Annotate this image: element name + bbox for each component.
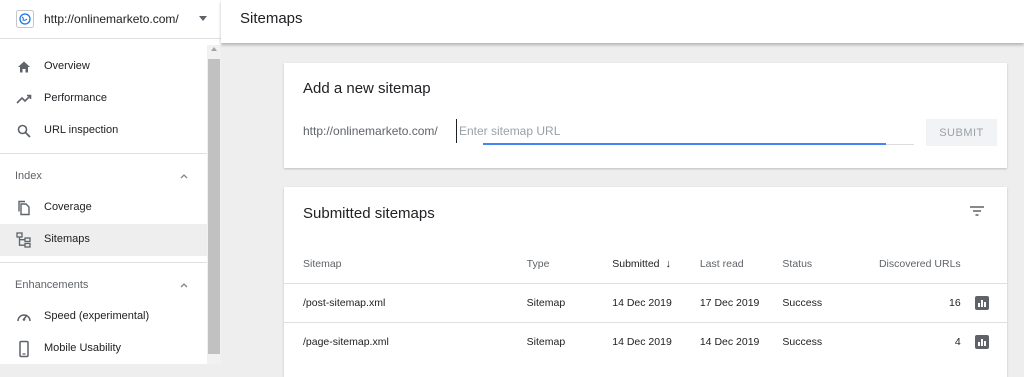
cell-discovered-urls: 16: [862, 283, 969, 323]
chevron-up-icon: [180, 174, 188, 179]
sidebar-item-performance[interactable]: Performance: [0, 83, 207, 115]
column-header-sitemap[interactable]: Sitemap: [284, 245, 527, 284]
column-header-actions: [969, 245, 1007, 284]
scrollbar-thumb[interactable]: [208, 59, 220, 354]
column-header-label: Submitted: [612, 258, 660, 270]
sitemap-url-prefix: http://onlinemarketo.com/: [303, 124, 438, 138]
sidebar-item-url-inspection[interactable]: URL inspection: [0, 115, 207, 147]
cell-status: Success: [782, 322, 863, 361]
input-underline: [483, 143, 886, 145]
chevron-down-icon[interactable]: [199, 16, 207, 21]
cell-type: Sitemap: [526, 283, 613, 323]
arrow-down-icon: ↓: [665, 258, 672, 270]
sidebar-item-sitemaps[interactable]: Sitemaps: [0, 224, 207, 256]
scroll-up-arrow-icon[interactable]: [211, 47, 217, 51]
copy-pages-icon: [18, 200, 30, 216]
page-title: Sitemaps: [240, 10, 303, 27]
sidebar-item-mobile-usability[interactable]: Mobile Usability: [0, 333, 207, 364]
table-row[interactable]: /post-sitemap.xml Sitemap 14 Dec 2019 17…: [284, 283, 1007, 323]
column-header-last-read[interactable]: Last read: [700, 245, 783, 284]
sidebar-item-label: Mobile Usability: [44, 342, 122, 354]
sidebar-item-label: Sitemaps: [44, 233, 90, 245]
cell-status: Success: [782, 283, 863, 323]
section-label: Index: [15, 170, 42, 182]
cell-submitted: 14 Dec 2019: [612, 322, 700, 361]
sitemaps-table: Sitemap Type Submitted ↓ Last read Status…: [284, 245, 1007, 361]
cell-sitemap: /post-sitemap.xml: [284, 283, 527, 323]
cell-sitemap: /page-sitemap.xml: [284, 322, 527, 361]
cell-type: Sitemap: [526, 322, 613, 361]
sidebar-item-coverage[interactable]: Coverage: [0, 192, 207, 224]
speedometer-icon: [17, 314, 31, 322]
table-row[interactable]: /page-sitemap.xml Sitemap 14 Dec 2019 14…: [284, 322, 1007, 361]
sidebar-item-label: Overview: [44, 60, 90, 72]
trending-up-icon: [16, 94, 32, 104]
submitted-sitemaps-title: Submitted sitemaps: [303, 205, 435, 222]
column-header-submitted[interactable]: Submitted ↓: [612, 245, 700, 284]
table-header-row: Sitemap Type Submitted ↓ Last read Status…: [284, 245, 1007, 284]
input-underline-rest: [886, 144, 914, 145]
bar-chart-icon[interactable]: [974, 335, 989, 349]
sidebar-item-overview[interactable]: Overview: [0, 51, 207, 83]
section-header-enhancements[interactable]: Enhancements: [0, 267, 207, 303]
bar-chart-icon[interactable]: [974, 296, 989, 310]
nav-divider: [0, 153, 207, 154]
cell-actions: [968, 322, 1007, 361]
chevron-up-icon: [180, 283, 188, 288]
sitemap-tree-icon: [16, 232, 31, 248]
cell-discovered-urls: 4: [862, 322, 969, 361]
cell-last-read: 17 Dec 2019: [699, 283, 783, 323]
sidebar-item-label: Performance: [44, 92, 107, 104]
sidebar: http://onlinemarketo.com/ Overview Perfo…: [0, 0, 221, 364]
property-selector[interactable]: http://onlinemarketo.com/: [0, 0, 221, 39]
sidebar-item-label: Speed (experimental): [44, 310, 150, 322]
globe-icon: [16, 10, 34, 28]
sitemap-url-input[interactable]: [456, 119, 913, 143]
filter-icon[interactable]: [968, 203, 986, 219]
cell-last-read: 14 Dec 2019: [699, 322, 783, 361]
add-sitemap-title: Add a new sitemap: [303, 80, 431, 97]
sidebar-item-label: URL inspection: [44, 124, 119, 136]
cell-submitted: 14 Dec 2019: [612, 283, 700, 323]
column-header-status[interactable]: Status: [782, 245, 863, 284]
sidebar-nav: Overview Performance URL inspection Inde…: [0, 39, 207, 364]
nav-divider: [0, 262, 207, 263]
column-header-type[interactable]: Type: [527, 245, 613, 284]
property-url: http://onlinemarketo.com/: [44, 12, 179, 26]
sidebar-scrollbar[interactable]: [207, 45, 221, 364]
submitted-sitemaps-card: Submitted sitemaps Sitemap Type Submitte…: [284, 187, 1007, 377]
submit-button[interactable]: SUBMIT: [926, 119, 997, 146]
home-icon: [18, 61, 30, 73]
column-header-discovered-urls[interactable]: Discovered URLs: [863, 245, 969, 284]
top-header: Sitemaps: [221, 0, 1024, 43]
add-sitemap-card: Add a new sitemap http://onlinemarketo.c…: [284, 63, 1007, 168]
sidebar-item-speed[interactable]: Speed (experimental): [0, 301, 207, 333]
section-header-index[interactable]: Index: [0, 158, 207, 194]
smartphone-icon: [19, 340, 29, 358]
sidebar-item-label: Coverage: [44, 201, 92, 213]
section-label: Enhancements: [15, 279, 89, 291]
cell-actions: [968, 283, 1007, 323]
search-icon: [17, 124, 31, 138]
